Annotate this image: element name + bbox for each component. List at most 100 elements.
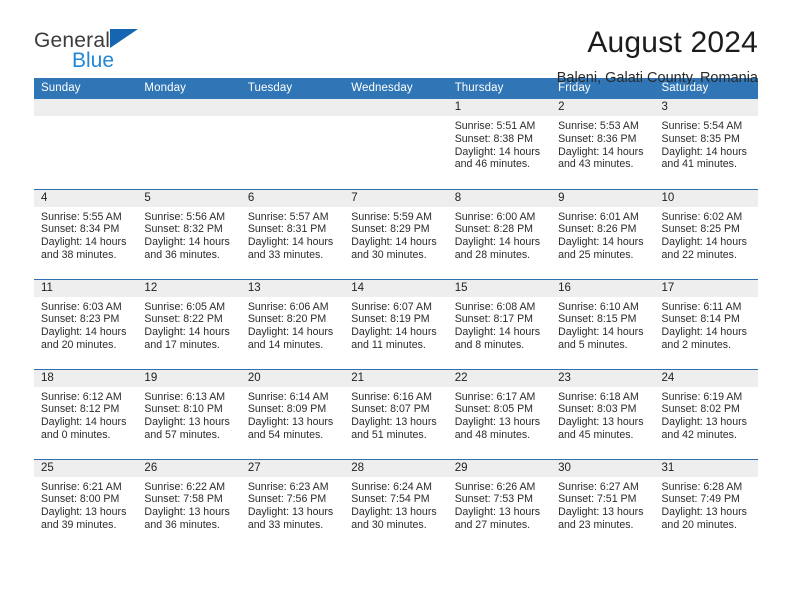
sunrise-text: Sunrise: 6:21 AM: [41, 480, 122, 493]
daylight-text: Daylight: 14 hours and 36 minutes.: [144, 236, 230, 261]
daylight-text: Daylight: 14 hours and 28 minutes.: [454, 236, 541, 261]
day-number: 1: [447, 99, 552, 116]
calendar-day-cell[interactable]: 22 Sunrise: 6:17 AM Sunset: 8:05 PM Dayligh…: [447, 368, 552, 459]
day-number: 24: [654, 369, 758, 387]
sunset-text: Sunset: 8:00 PM: [41, 493, 120, 506]
day-details: Sunrise: 6:23 AM Sunset: 7:56 PM Daylight:…: [241, 477, 344, 532]
daylight-text: Daylight: 14 hours and 25 minutes.: [558, 236, 644, 261]
calendar-day-cell[interactable]: 3 Sunrise: 5:54 AM Sunset: 8:35 PM Daylight…: [654, 99, 758, 189]
day-number: 9: [551, 189, 655, 207]
calendar-day-cell[interactable]: 25 Sunrise: 6:21 AM Sunset: 8:00 PM Dayligh…: [34, 458, 138, 549]
calendar-week-row: 4 Sunrise: 5:55 AM Sunset: 8:34 PM Daylight…: [34, 188, 758, 279]
sunset-text: Sunset: 8:19 PM: [351, 313, 430, 326]
calendar-day-cell[interactable]: 28 Sunrise: 6:24 AM Sunset: 7:54 PM Dayligh…: [344, 458, 448, 549]
calendar-day-cell[interactable]: 26 Sunrise: 6:22 AM Sunset: 7:58 PM Dayligh…: [137, 458, 241, 549]
sunset-text: Sunset: 8:17 PM: [454, 313, 534, 326]
calendar-cell-empty: [34, 99, 138, 189]
calendar-day-cell[interactable]: 29 Sunrise: 6:26 AM Sunset: 7:53 PM Dayligh…: [447, 458, 552, 549]
day-details: Sunrise: 6:12 AM Sunset: 8:12 PM Daylight:…: [34, 387, 137, 442]
calendar-day-cell[interactable]: 30 Sunrise: 6:27 AM Sunset: 7:51 PM Dayligh…: [551, 458, 655, 549]
day-number: 17: [654, 279, 758, 297]
day-number: [344, 99, 448, 116]
calendar-day-cell[interactable]: 14 Sunrise: 6:07 AM Sunset: 8:19 PM Dayligh…: [344, 278, 448, 369]
calendar-cell-empty: [344, 99, 448, 189]
calendar-day-cell[interactable]: 9 Sunrise: 6:01 AM Sunset: 8:26 PM Daylight…: [551, 188, 655, 279]
day-details: Sunrise: 6:02 AM Sunset: 8:25 PM Daylight:…: [655, 207, 758, 262]
day-number: 6: [240, 189, 345, 207]
day-details: Sunrise: 6:28 AM Sunset: 7:49 PM Daylight:…: [655, 477, 758, 532]
sunrise-text: Sunrise: 5:55 AM: [41, 210, 122, 223]
sunrise-text: Sunrise: 6:05 AM: [144, 300, 226, 313]
sunrise-text: Sunrise: 6:13 AM: [144, 390, 226, 403]
day-details: Sunrise: 5:57 AM Sunset: 8:31 PM Daylight:…: [241, 207, 344, 262]
day-number: 22: [447, 369, 552, 387]
calendar-week-row: 1 Sunrise: 5:51 AM Sunset: 8:38 PM Daylight…: [34, 99, 758, 189]
calendar-day-cell[interactable]: 4 Sunrise: 5:55 AM Sunset: 8:34 PM Daylight…: [34, 188, 138, 279]
calendar-day-cell[interactable]: 21 Sunrise: 6:16 AM Sunset: 8:07 PM Dayligh…: [344, 368, 448, 459]
day-details: Sunrise: 6:26 AM Sunset: 7:53 PM Daylight:…: [448, 477, 551, 532]
calendar-day-cell[interactable]: 10 Sunrise: 6:02 AM Sunset: 8:25 PM Dayligh…: [654, 188, 758, 279]
calendar-day-cell[interactable]: 20 Sunrise: 6:14 AM Sunset: 8:09 PM Dayligh…: [240, 368, 345, 459]
calendar-week-row: 11 Sunrise: 6:03 AM Sunset: 8:23 PM Dayligh…: [34, 278, 758, 369]
sunset-text: Sunset: 7:49 PM: [661, 493, 740, 506]
day-details: Sunrise: 6:01 AM Sunset: 8:26 PM Daylight:…: [551, 207, 654, 262]
calendar-day-cell[interactable]: 12 Sunrise: 6:05 AM Sunset: 8:22 PM Dayligh…: [137, 278, 241, 369]
day-number: 31: [654, 459, 758, 477]
day-number: 20: [240, 369, 345, 387]
sunrise-text: Sunrise: 6:28 AM: [661, 480, 743, 493]
sunset-text: Sunset: 8:28 PM: [454, 223, 534, 236]
column-header-wednesday: Wednesday: [344, 78, 448, 99]
day-details: Sunrise: 6:21 AM Sunset: 8:00 PM Daylight:…: [34, 477, 137, 532]
sunrise-sunset-calendar: Sunday Monday Tuesday Wednesday Thursday…: [34, 78, 758, 549]
day-number: 4: [34, 189, 138, 207]
day-details: Sunrise: 6:05 AM Sunset: 8:22 PM Daylight:…: [137, 297, 240, 352]
calendar-day-cell[interactable]: 6 Sunrise: 5:57 AM Sunset: 8:31 PM Daylight…: [240, 188, 345, 279]
brand-logo[interactable]: General Blue: [34, 26, 184, 71]
calendar-day-cell[interactable]: 13 Sunrise: 6:06 AM Sunset: 8:20 PM Dayligh…: [240, 278, 345, 369]
calendar-day-cell[interactable]: 18 Sunrise: 6:12 AM Sunset: 8:12 PM Dayligh…: [34, 368, 138, 459]
day-number: 25: [34, 459, 138, 477]
calendar-day-cell[interactable]: 2 Sunrise: 5:53 AM Sunset: 8:36 PM Daylight…: [551, 99, 655, 189]
sunset-text: Sunset: 8:36 PM: [558, 132, 637, 145]
brand-name-general: General: [34, 29, 111, 52]
day-number: 29: [447, 459, 552, 477]
daylight-text: Daylight: 13 hours and 36 minutes.: [144, 506, 230, 531]
day-details: Sunrise: 6:24 AM Sunset: 7:54 PM Daylight:…: [344, 477, 447, 532]
daylight-text: Daylight: 14 hours and 30 minutes.: [351, 236, 437, 261]
sunrise-text: Sunrise: 6:12 AM: [41, 390, 122, 403]
calendar-day-cell[interactable]: 5 Sunrise: 5:56 AM Sunset: 8:32 PM Daylight…: [137, 188, 241, 279]
day-details: Sunrise: 6:17 AM Sunset: 8:05 PM Daylight:…: [448, 387, 551, 442]
calendar-day-cell[interactable]: 11 Sunrise: 6:03 AM Sunset: 8:23 PM Dayligh…: [34, 278, 138, 369]
sunset-text: Sunset: 8:34 PM: [41, 223, 120, 236]
sunset-text: Sunset: 8:38 PM: [454, 132, 534, 145]
daylight-text: Daylight: 14 hours and 17 minutes.: [144, 326, 230, 351]
calendar-day-cell[interactable]: 31 Sunrise: 6:28 AM Sunset: 7:49 PM Dayligh…: [654, 458, 758, 549]
calendar-day-cell[interactable]: 24 Sunrise: 6:19 AM Sunset: 8:02 PM Dayligh…: [654, 368, 758, 459]
daylight-text: Daylight: 14 hours and 41 minutes.: [661, 145, 747, 171]
day-number: 12: [137, 279, 241, 297]
daylight-text: Daylight: 13 hours and 23 minutes.: [558, 506, 644, 531]
calendar-week-row: 18 Sunrise: 6:12 AM Sunset: 8:12 PM Dayligh…: [34, 368, 758, 459]
calendar-day-cell[interactable]: 7 Sunrise: 5:59 AM Sunset: 8:29 PM Daylight…: [344, 188, 448, 279]
calendar-day-cell[interactable]: 8 Sunrise: 6:00 AM Sunset: 8:28 PM Daylight…: [447, 188, 552, 279]
calendar-day-cell[interactable]: 27 Sunrise: 6:23 AM Sunset: 7:56 PM Dayligh…: [240, 458, 345, 549]
day-details: Sunrise: 6:13 AM Sunset: 8:10 PM Daylight:…: [137, 387, 240, 442]
calendar-day-cell[interactable]: 17 Sunrise: 6:11 AM Sunset: 8:14 PM Dayligh…: [654, 278, 758, 369]
calendar-day-cell[interactable]: 1 Sunrise: 5:51 AM Sunset: 8:38 PM Daylight…: [447, 99, 552, 189]
triangle-icon: [110, 29, 138, 48]
calendar-day-cell[interactable]: 23 Sunrise: 6:18 AM Sunset: 8:03 PM Dayligh…: [551, 368, 655, 459]
calendar-day-cell[interactable]: 16 Sunrise: 6:10 AM Sunset: 8:15 PM Dayligh…: [551, 278, 655, 369]
sunset-text: Sunset: 8:09 PM: [247, 403, 327, 416]
sunset-text: Sunset: 7:51 PM: [558, 493, 637, 506]
sunset-text: Sunset: 7:53 PM: [454, 493, 534, 506]
calendar-day-cell[interactable]: 15 Sunrise: 6:08 AM Sunset: 8:17 PM Dayligh…: [447, 278, 552, 369]
calendar-day-cell[interactable]: 19 Sunrise: 6:13 AM Sunset: 8:10 PM Dayligh…: [137, 368, 241, 459]
daylight-text: Daylight: 13 hours and 39 minutes.: [41, 506, 127, 531]
calendar-body: 1 Sunrise: 5:51 AM Sunset: 8:38 PM Daylight…: [34, 99, 758, 549]
daylight-text: Daylight: 13 hours and 48 minutes.: [454, 416, 541, 441]
day-number: [137, 99, 241, 116]
day-number: 27: [240, 459, 345, 477]
day-details: Sunrise: 6:27 AM Sunset: 7:51 PM Daylight:…: [551, 477, 654, 532]
calendar-cell-empty: [240, 99, 345, 189]
daylight-text: Daylight: 14 hours and 22 minutes.: [661, 236, 747, 261]
